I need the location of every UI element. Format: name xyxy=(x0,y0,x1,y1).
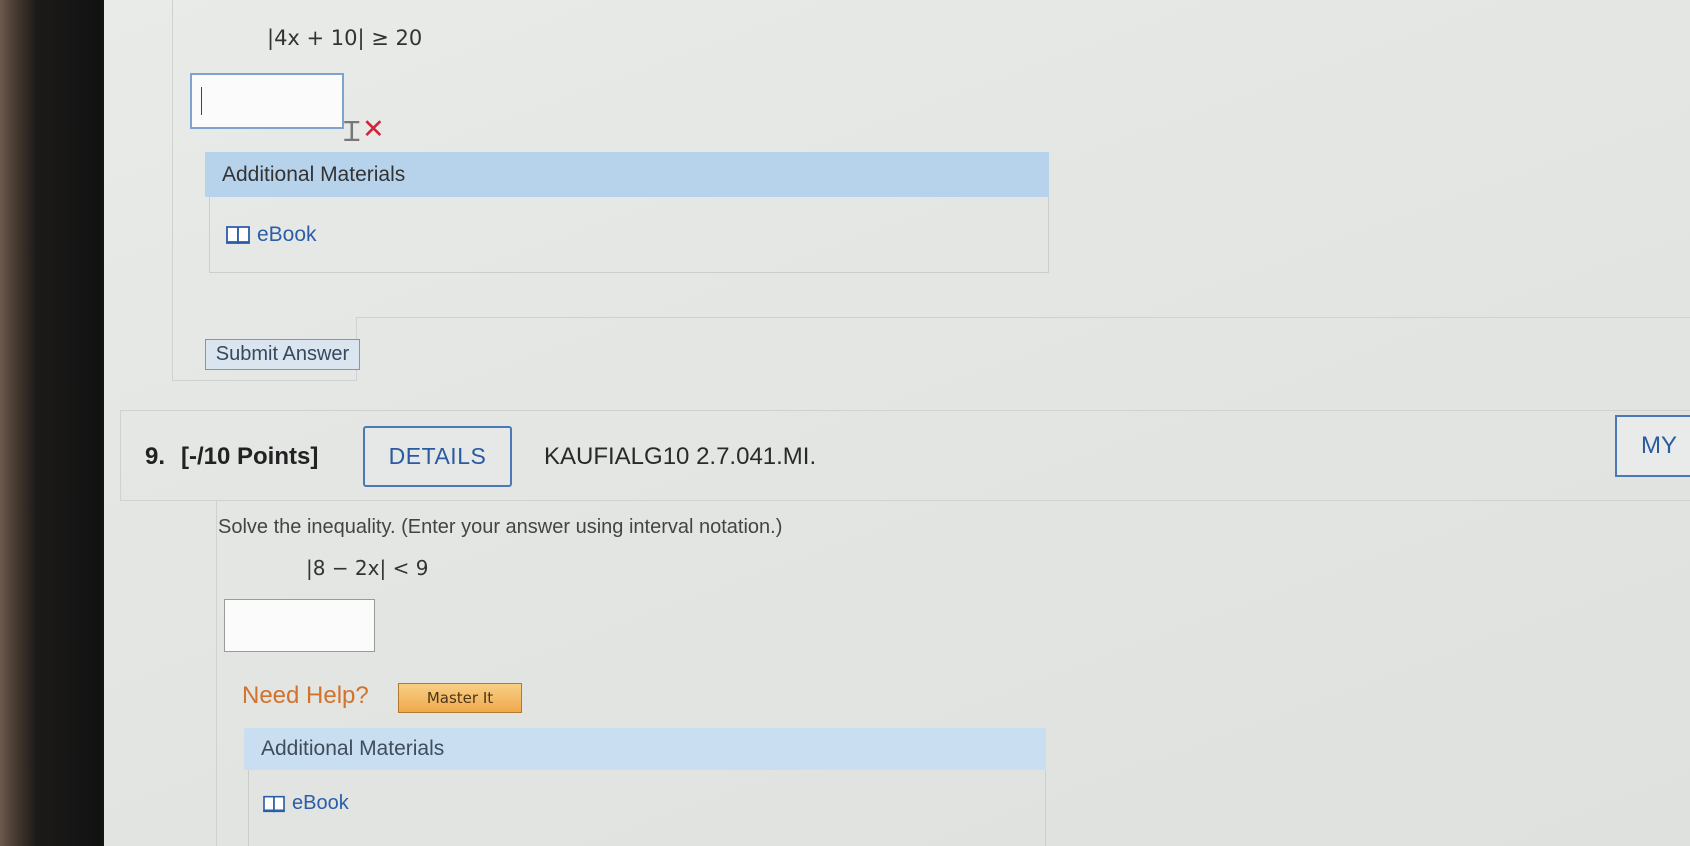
master-it-button[interactable]: Master It xyxy=(398,683,522,713)
question-inequality: |8 − 2x| < 9 xyxy=(306,556,429,580)
x-mark-icon: ✕ xyxy=(362,114,385,145)
q9-body-left-line xyxy=(216,500,217,846)
q9-header-bottom-line xyxy=(120,500,1690,501)
q9-header-left-line xyxy=(120,410,121,501)
panel-border-left xyxy=(172,0,173,380)
question-points: [-/10 Points] xyxy=(181,443,319,470)
ebook-link[interactable]: eBook xyxy=(225,223,317,247)
question-code: KAUFIALG10 2.7.041.MI. xyxy=(544,443,817,470)
my-notes-button[interactable]: MY xyxy=(1615,415,1690,477)
panel-border-bottom xyxy=(172,380,356,381)
additional-materials-header-q9: Additional Materials xyxy=(244,728,1046,770)
need-help-label: Need Help? xyxy=(242,682,369,709)
details-button[interactable]: DETAILS xyxy=(363,426,512,487)
additional-materials-body-q9 xyxy=(248,770,1046,846)
additional-materials-header: Additional Materials xyxy=(205,152,1049,197)
ebook-label: eBook xyxy=(257,223,317,246)
book-icon xyxy=(226,226,250,245)
ebook-link-q9[interactable]: eBook xyxy=(262,792,349,815)
text-cursor xyxy=(201,87,202,115)
additional-materials-body xyxy=(209,197,1049,273)
previous-inequality: |4x + 10| ≥ 20 xyxy=(267,26,423,50)
book-icon xyxy=(263,795,285,812)
question-number: 9. xyxy=(145,443,166,470)
q9-header-top-line xyxy=(120,410,1690,411)
submit-answer-button[interactable]: Submit Answer xyxy=(205,339,360,370)
ebook-label-q9: eBook xyxy=(292,792,349,814)
browser-viewport: |4x + 10| ≥ 20 Ɪ ✕ Additional Materials … xyxy=(104,0,1690,846)
question-prompt: Solve the inequality. (Enter your answer… xyxy=(218,516,783,538)
answer-input[interactable] xyxy=(224,599,375,652)
previous-answer-input[interactable] xyxy=(190,73,344,129)
ibeam-cursor-icon: Ɪ xyxy=(344,115,360,148)
panel-border-top-right xyxy=(356,317,1690,318)
monitor-bezel xyxy=(0,0,108,846)
